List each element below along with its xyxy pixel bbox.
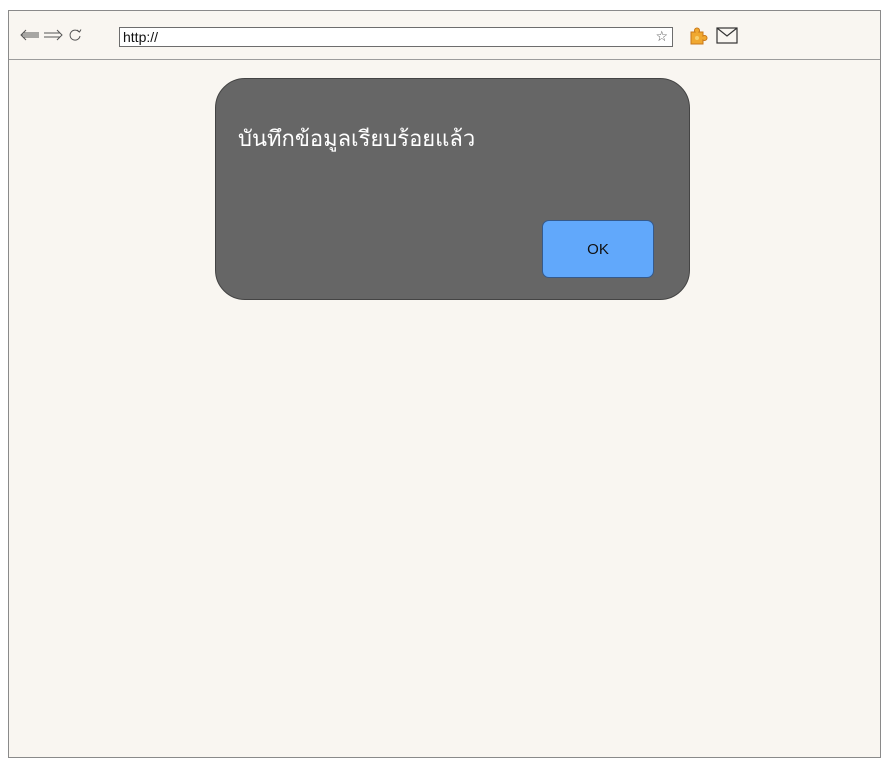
address-bar[interactable]: http:// ☆ [119,27,673,47]
browser-toolbar: http:// ☆ [9,11,880,60]
address-text: http:// [123,29,159,45]
dialog-message: บันทึกข้อมูลเรียบร้อยแล้ว [238,127,476,152]
page-content: บันทึกข้อมูลเรียบร้อยแล้ว OK [9,60,880,757]
browser-window: http:// ☆ บันทึกข้อมูลเรียบร้อยแล้ว OK [8,10,881,758]
alert-dialog: บันทึกข้อมูลเรียบร้อยแล้ว OK [215,78,690,300]
mail-icon[interactable] [716,27,738,44]
reload-icon[interactable] [67,26,83,44]
puzzle-extension-icon[interactable] [687,25,709,47]
star-icon[interactable]: ☆ [655,29,668,45]
back-arrow-icon[interactable] [20,26,40,44]
ok-button[interactable]: OK [542,220,654,278]
forward-arrow-icon[interactable] [43,26,63,44]
